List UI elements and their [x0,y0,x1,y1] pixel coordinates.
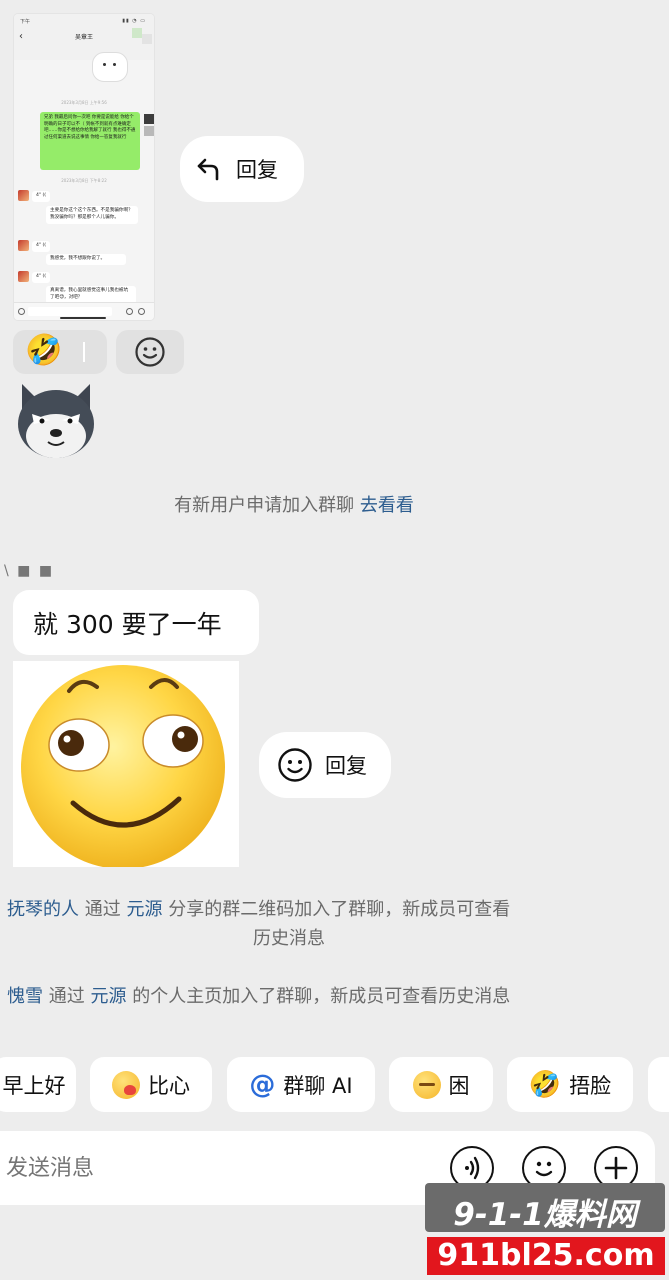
join-notice: 愧雪 通过 元源 的个人主页加入了群聊，新成员可查看历史消息 [7,983,510,1011]
reply-button[interactable]: 回复 [180,136,304,202]
reply-label: 回复 [236,158,278,182]
smiley-icon [135,337,165,367]
user-link[interactable]: 元源 [90,986,126,1007]
screenshot-text-bubble: 主要是你这个这个东西。不是我骗你啊？我没骗你吗？那是那个人儿骗你。 [46,206,138,224]
quick-chip-good-morning[interactable]: 早上好 [0,1057,76,1112]
screenshot-timestamp: 2023年3月8日 下午8:22 [61,178,107,183]
screenshot-voice-bubble: 4" (( [32,241,51,252]
user-link[interactable]: 元源 [126,899,162,920]
chip-label: 群聊 AI [283,1073,353,1098]
quick-chip-heart[interactable]: 比心 [90,1057,212,1112]
system-notice-text: 有新用户申请加入群聊 [174,495,355,516]
user-link[interactable]: 抚琴的人 [7,899,79,920]
mosaic-block [144,126,154,136]
join-text: 的个人主页加入了群聊，新成员可查看历史消息 [132,986,511,1007]
add-reaction-button[interactable] [116,330,184,374]
smiley-icon [535,1161,553,1177]
go-see-link[interactable]: 去看看 [360,495,414,516]
quick-chip-more[interactable] [648,1057,669,1112]
screenshot-status-icons: ▮▮ ◔ ▭ [122,18,146,24]
message-bubble[interactable]: 就 300 要了一年 [13,590,259,655]
screenshot-input [28,307,112,316]
divider [83,342,85,362]
screenshot-green-bubble: 兄弟 我最后问你一次吧 你要是说能给 你给个明确的日子可以不（ 到帐不到就有点难… [40,112,140,170]
watermark-url: 911bl25.com [427,1237,665,1275]
smiley-sticker[interactable] [13,661,239,867]
message-input[interactable] [6,1149,426,1187]
screenshot-avatar [18,240,29,251]
screenshot-voice-bubble: 4" (( [32,272,51,283]
system-notice: 有新用户申请加入群聊 去看看 [0,492,588,520]
home-indicator [60,317,106,319]
plus-icon [138,308,145,315]
forwarded-chat-screenshot[interactable]: 下午 ▮▮ ◔ ▭ ‹ 吴章王 2023年3月8日 上午9:56 兄弟 我最后问… [14,14,154,320]
sound-wave-icon [465,1156,480,1180]
join-text: 通过 [48,986,85,1007]
screenshot-avatar [18,190,29,201]
reply-button[interactable]: 回复 [259,732,391,798]
chip-label: 捂脸 [569,1073,612,1098]
heart-hands-emoji-icon [112,1070,140,1099]
mosaic-block [132,28,142,38]
emoji-icon [126,308,133,315]
screenshot-sticker [92,52,128,82]
facepalm-emoji-icon: 🤣 [25,333,63,368]
voice-icon [18,308,25,315]
reply-label: 回复 [325,754,367,778]
join-text: 分享的群二维码加入了群聊，新成员可查看 [168,899,511,920]
screenshot-avatar [18,271,29,282]
facepalm-emoji-icon: 🤣 [528,1069,562,1100]
quick-chip-sleepy[interactable]: 困 [389,1057,493,1112]
at-icon: @ [249,1069,276,1100]
sleepy-emoji-icon [412,1070,441,1099]
quick-chip-group-ai[interactable]: @ 群聊 AI [227,1057,375,1112]
join-text: 通过 [84,899,121,920]
screenshot-voice-bubble: 4" (( [32,191,51,202]
user-link[interactable]: 愧雪 [7,986,43,1007]
reply-arrow-icon [197,158,219,181]
quick-chip-facepalm[interactable]: 🤣 捂脸 [507,1057,633,1112]
reaction-bar[interactable]: 🤣 [13,330,107,374]
plus-icon [604,1156,628,1180]
chip-label: 早上好 [2,1073,66,1098]
watermark-logo: 9-1-1爆料网 [425,1183,665,1233]
watermark-url-text: 911bl25.com [437,1238,655,1273]
watermark-text: 9-1-1爆料网 [453,1197,637,1233]
screenshot-text-bubble: 真离谱，我心里就感觉这事儿我也被坑了吧😓，对吧？ [46,286,136,304]
smiley-icon [278,748,312,782]
screenshot-input-bar [14,302,154,320]
join-notice-line2: 历史消息 [253,928,325,949]
chip-label: 困 [448,1073,470,1098]
chip-label: 比心 [148,1073,190,1098]
mosaic-block [142,34,152,44]
husky-sticker[interactable] [14,380,98,464]
screenshot-text-bubble: 我感觉，我不想跟你说了。 [46,254,126,265]
sender-name: \ ■ ■ [4,563,55,579]
screenshot-timestamp: 2023年3月8日 上午9:56 [61,100,107,105]
mosaic-block [144,114,154,124]
join-notice: 抚琴的人 通过 元源 分享的群二维码加入了群聊，新成员可查看 [7,896,510,924]
screenshot-status-time: 下午 [20,19,31,25]
